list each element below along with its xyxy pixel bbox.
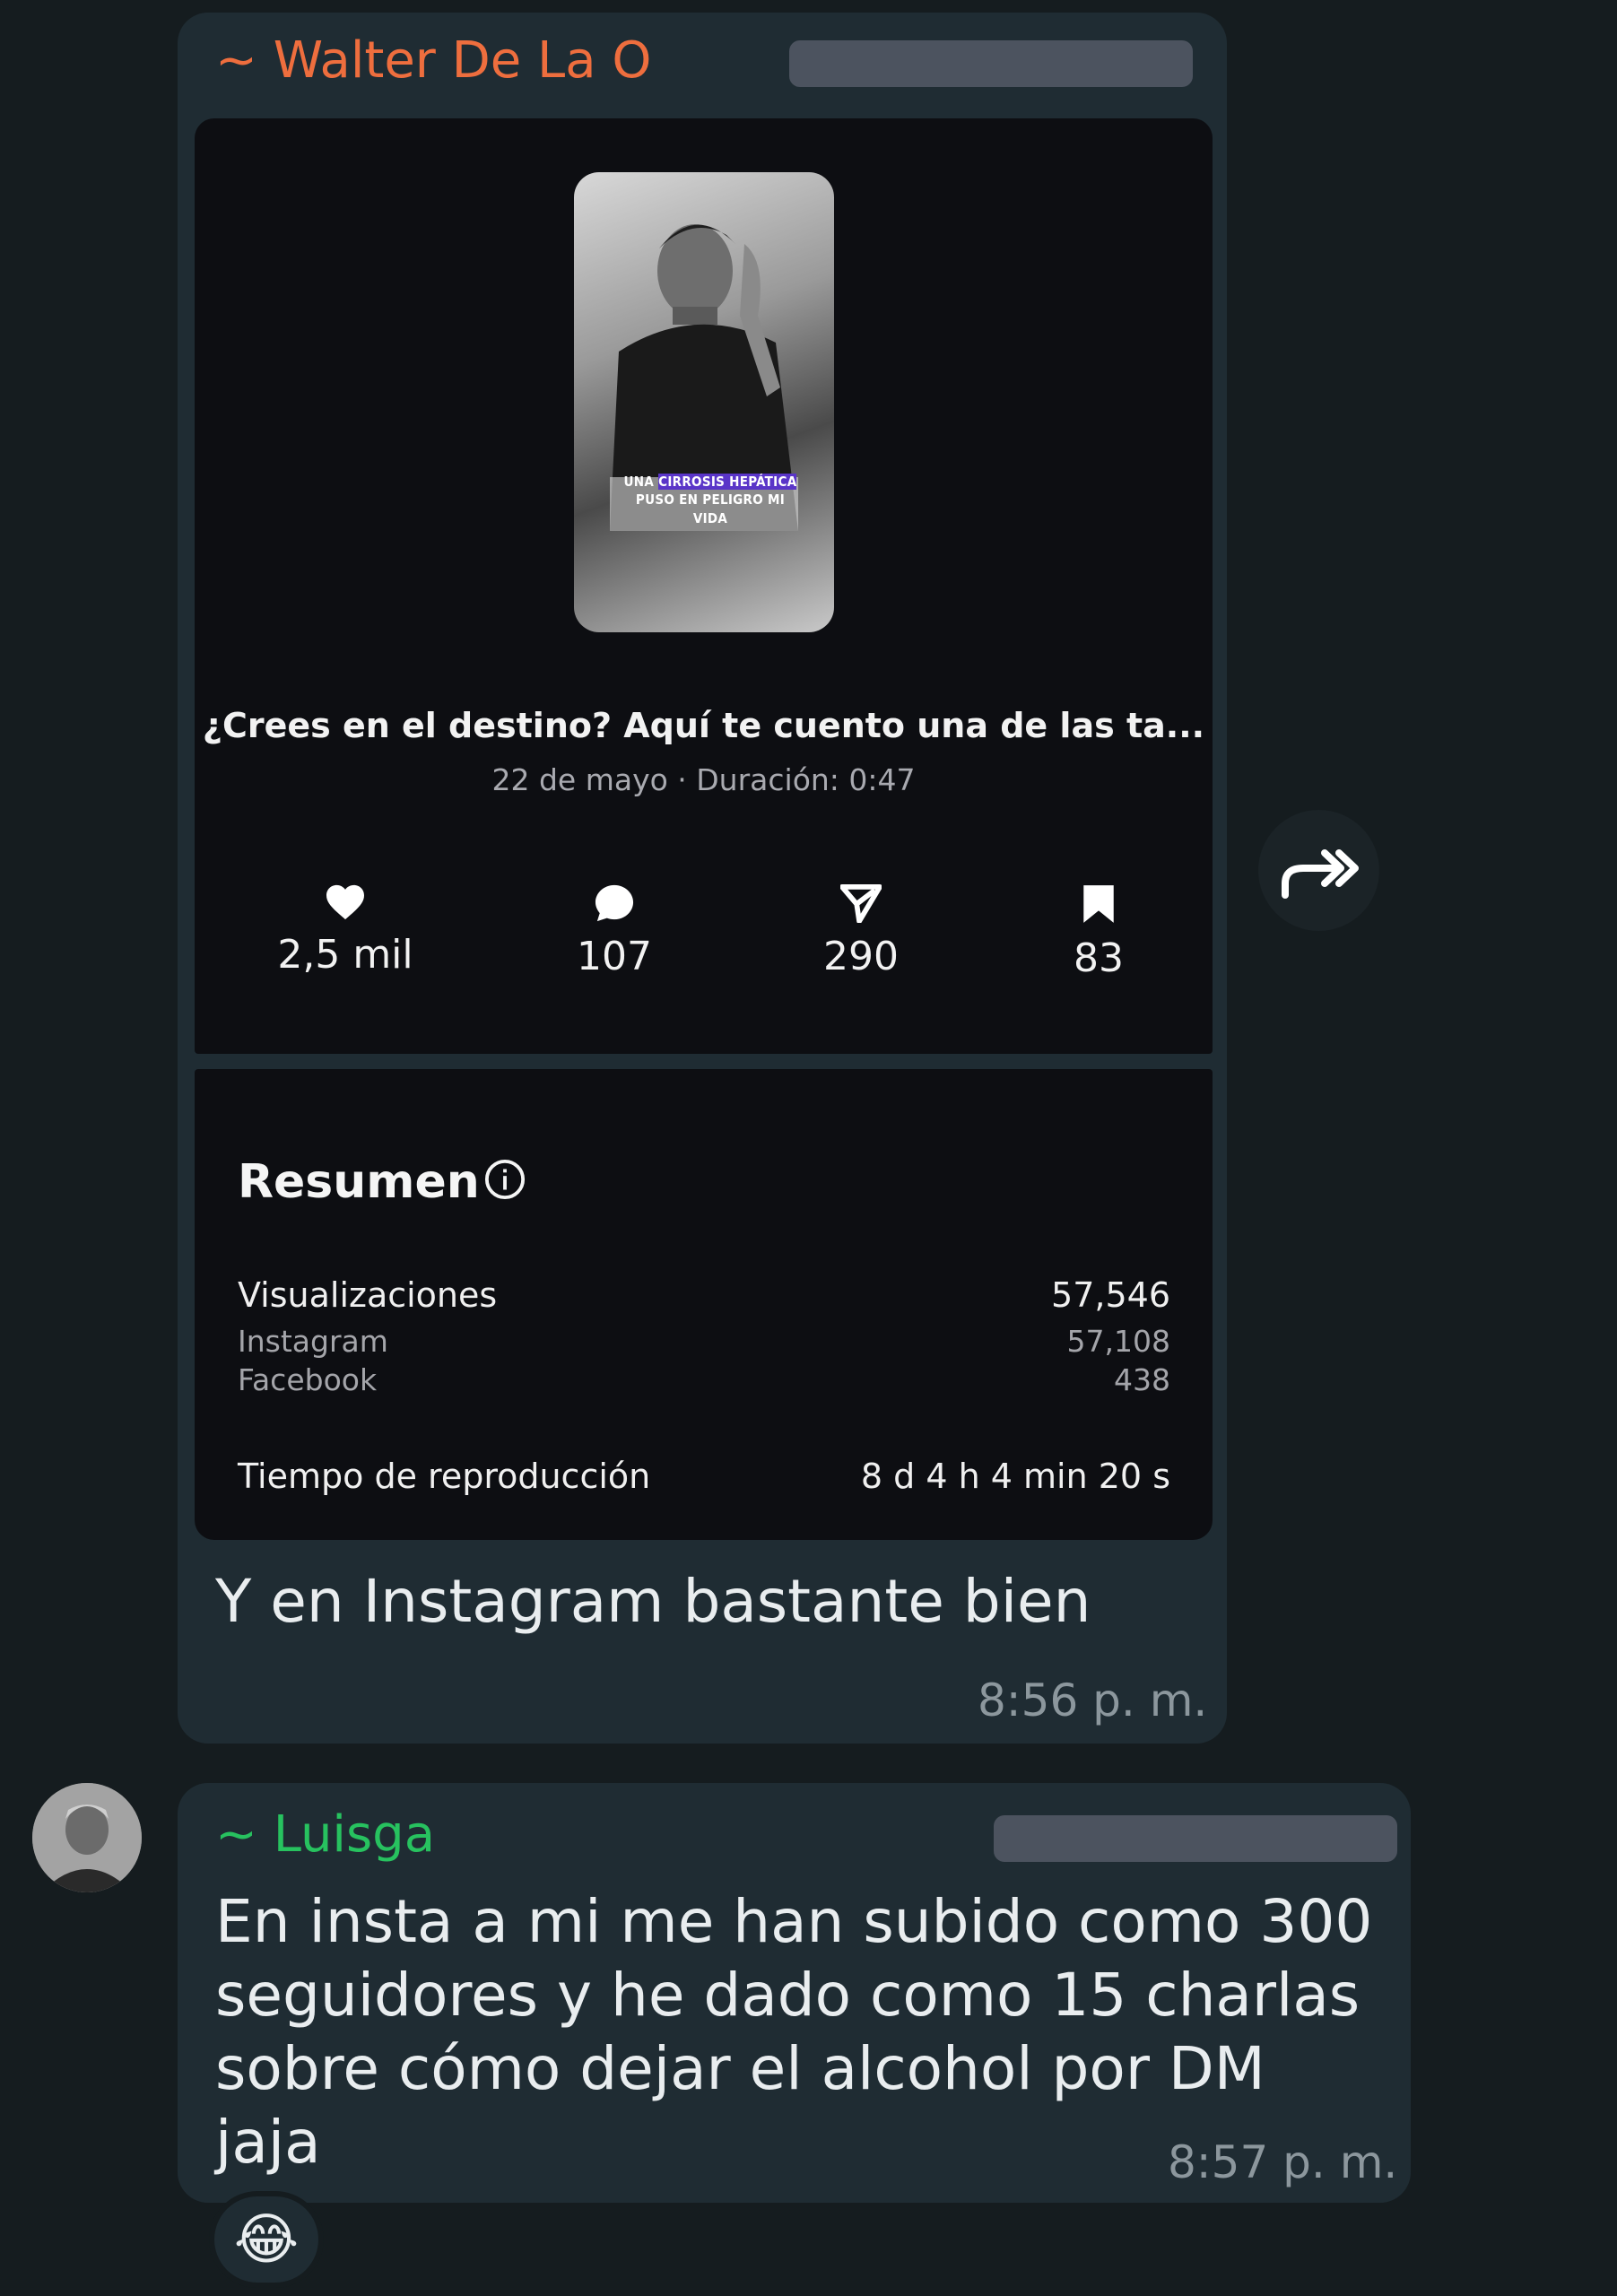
likes-count: 2,5 mil [277, 932, 413, 978]
avatar[interactable] [32, 1783, 142, 1892]
watch-time-label: Tiempo de reproducción [238, 1457, 651, 1496]
laughing-emoji-icon: 😂 [233, 2206, 300, 2272]
forward-icon [1282, 849, 1359, 899]
facebook-value: 438 [1114, 1362, 1170, 1397]
summary-title: Resumen [238, 1155, 480, 1209]
views-label: Visualizaciones [238, 1275, 498, 1315]
sender-name[interactable]: ~ Luisga [215, 1810, 435, 1860]
redacted-phone-number [994, 1815, 1397, 1862]
reel-thumbnail[interactable]: UNA CIRROSIS HEPÁTICA PUSO EN PELIGRO MI… [574, 172, 834, 632]
send-icon [840, 883, 882, 923]
facebook-label: Facebook [238, 1362, 378, 1397]
reaction-badge[interactable]: 😂 [209, 2191, 324, 2288]
comments-count: 107 [577, 934, 652, 979]
redacted-phone-number [789, 40, 1193, 87]
message-text: Y en Instagram bastante bien [215, 1567, 1091, 1636]
heart-icon [326, 884, 364, 920]
saves-count: 83 [1074, 935, 1124, 981]
watch-time-value: 8 d 4 h 4 min 20 s [860, 1457, 1170, 1496]
reel-meta: 22 de mayo · Duración: 0:47 [491, 762, 916, 797]
avatar-photo [32, 1783, 142, 1892]
message-timestamp: 8:57 p. m. [1168, 2136, 1398, 2188]
bookmark-icon [1083, 885, 1114, 923]
shares-count: 290 [823, 934, 899, 979]
instagram-label: Instagram [238, 1324, 388, 1359]
message-timestamp: 8:56 p. m. [978, 1674, 1208, 1726]
message-line: seguidores y he dado como 15 charlas [215, 1961, 1361, 2030]
stat-likes: 2,5 mil [229, 883, 462, 978]
forward-button[interactable] [1258, 810, 1379, 931]
reel-title: ¿Crees en el destino? Aquí te cuento una… [202, 706, 1205, 745]
reel-caption-overlay: UNA CIRROSIS HEPÁTICA PUSO EN PELIGRO MI… [623, 474, 797, 526]
stat-shares: 290 [744, 883, 978, 979]
message-text: En insta a mi me han subido como 300 seg… [215, 1885, 1381, 2179]
message-line: En insta a mi me han subido como 300 [215, 1887, 1373, 1956]
views-value: 57,546 [1051, 1275, 1170, 1315]
stat-comments: 107 [498, 883, 731, 979]
instagram-value: 57,108 [1066, 1324, 1170, 1359]
info-icon[interactable] [484, 1159, 526, 1200]
stat-saves: 83 [982, 883, 1215, 981]
sender-name[interactable]: ~ Walter De La O [215, 36, 651, 86]
comment-bubble-icon [595, 884, 634, 922]
